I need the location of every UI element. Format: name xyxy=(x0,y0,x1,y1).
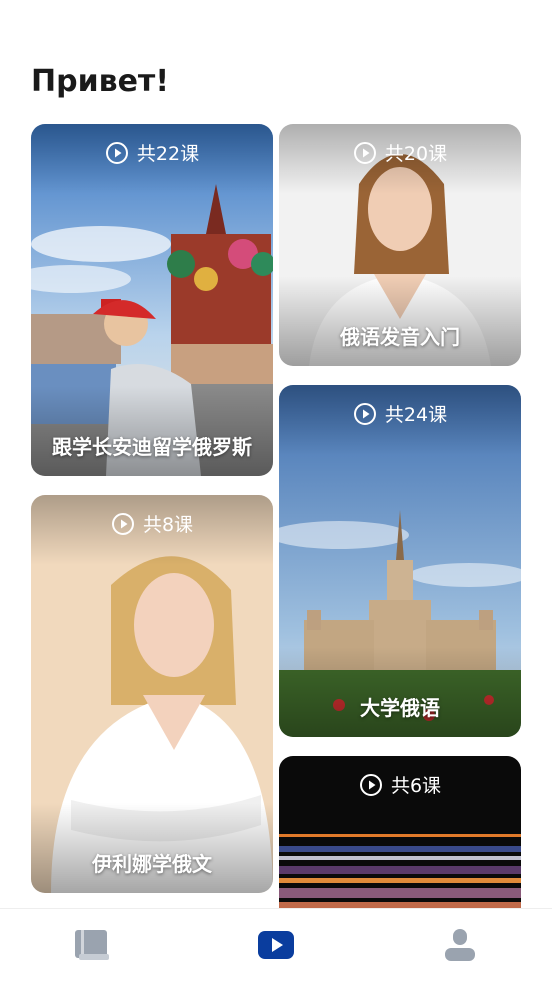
page-title: Привет! xyxy=(31,64,170,99)
course-card[interactable]: 共6课 xyxy=(279,756,521,916)
book-icon xyxy=(75,930,109,960)
play-circle-icon xyxy=(359,773,382,796)
play-circle-icon xyxy=(105,141,128,164)
tab-profile[interactable] xyxy=(430,915,490,975)
course-card[interactable]: 共8课 伊利娜学俄文 xyxy=(31,495,273,893)
lesson-count: 共8课 xyxy=(142,514,194,536)
course-card[interactable]: 共22课 跟学长安迪留学俄罗斯 xyxy=(31,124,273,476)
tab-courses[interactable] xyxy=(246,915,306,975)
course-card[interactable]: 共20课 俄语发音入门 xyxy=(279,124,521,366)
bottom-tab-bar xyxy=(0,908,552,981)
course-title: 大学俄语 xyxy=(360,696,440,720)
play-circle-icon xyxy=(353,141,376,164)
profile-icon xyxy=(445,929,475,961)
course-card[interactable]: 共24课 大学俄语 xyxy=(279,385,521,737)
tab-library[interactable] xyxy=(62,915,122,975)
play-circle-icon xyxy=(353,402,376,425)
course-title: 跟学长安迪留学俄罗斯 xyxy=(52,435,252,459)
lesson-count: 共6课 xyxy=(390,775,442,797)
play-icon xyxy=(258,931,294,959)
course-title: 伊利娜学俄文 xyxy=(92,852,212,876)
lesson-count: 共24课 xyxy=(384,404,448,426)
play-circle-icon xyxy=(111,512,134,535)
lesson-count: 共20课 xyxy=(384,143,448,165)
lesson-count: 共22课 xyxy=(136,143,200,165)
course-title: 俄语发音入门 xyxy=(340,325,460,349)
